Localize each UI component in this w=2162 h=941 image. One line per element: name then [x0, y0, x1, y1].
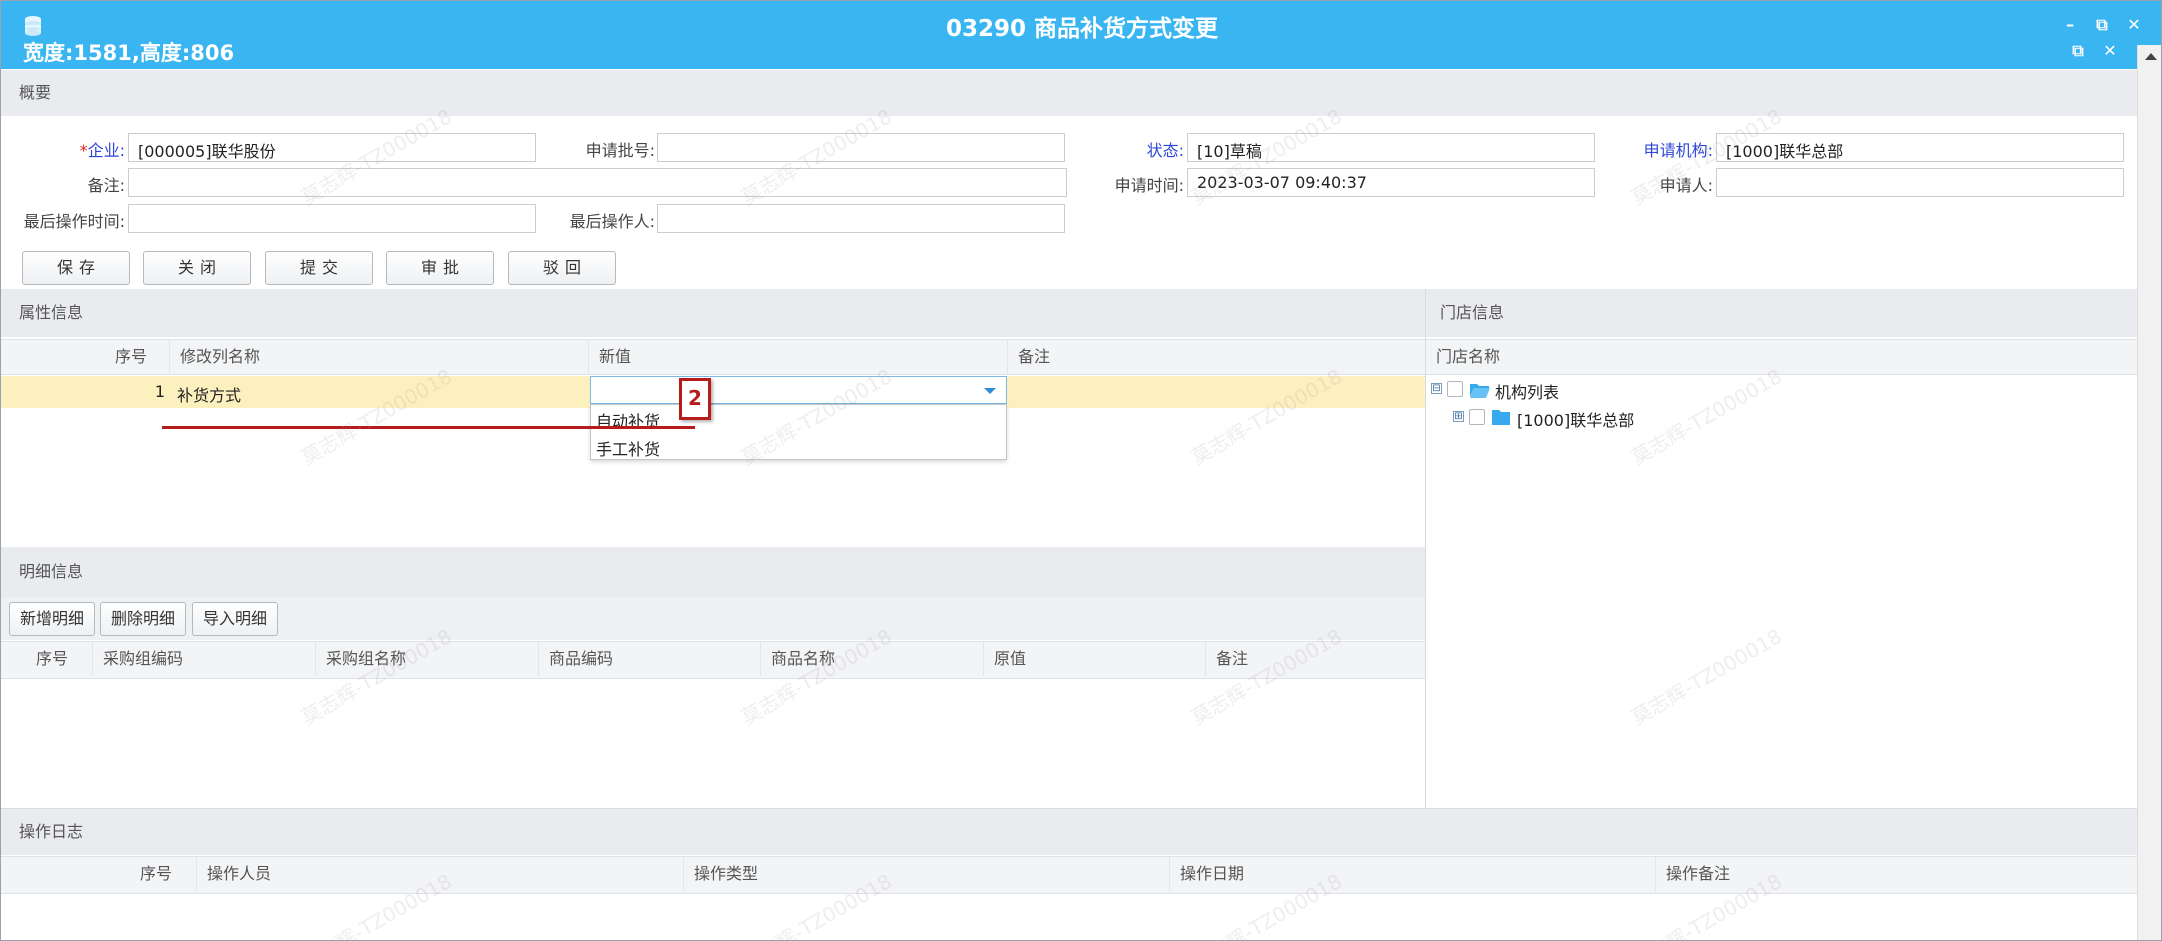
title-bar: 03290 商品补货方式变更 宽度:1581,高度:806 – ⧉ ✕ ⧉ ✕: [1, 1, 2161, 69]
details-header: 明细信息: [1, 547, 1425, 597]
col-name[interactable]: 修改列名称: [170, 340, 589, 374]
stores-grid-header: 门店名称: [1426, 339, 2137, 375]
summary-header: 概要: [1, 70, 2137, 116]
log-grid-header: 序号 操作人员 操作类型 操作日期 操作备注: [1, 856, 2137, 894]
minimize-button[interactable]: –: [2059, 15, 2081, 34]
col-seq[interactable]: 序号: [1, 340, 170, 374]
applicant-field[interactable]: [1716, 168, 2124, 197]
col-product-name[interactable]: 商品名称: [761, 642, 984, 676]
add-detail-button[interactable]: 新增明细: [9, 602, 95, 636]
new-value-combobox[interactable]: [590, 376, 1007, 404]
status-field[interactable]: [10]草稿: [1187, 133, 1595, 162]
org-field[interactable]: [1000]联华总部: [1716, 133, 2124, 162]
col-original-value[interactable]: 原值: [984, 642, 1206, 676]
tree-expand-icon[interactable]: ⊞: [1453, 411, 1464, 422]
company-label: *企业:: [79, 141, 125, 160]
folder-open-icon: [1470, 384, 1490, 398]
tree-child-label[interactable]: [1000]联华总部: [1517, 407, 1634, 431]
step-marker: 2: [679, 378, 711, 420]
row-seq: 1: [154, 382, 165, 401]
col-operator[interactable]: 操作人员: [197, 857, 684, 891]
status-label: 状态:: [1146, 141, 1184, 160]
reject-button[interactable]: 驳回: [508, 251, 616, 285]
last-op-time-field[interactable]: [128, 204, 536, 233]
restore-button[interactable]: ⧉: [2091, 15, 2113, 35]
col-product-code[interactable]: 商品编码: [539, 642, 761, 676]
new-value-dropdown: 自动补货 手工补货: [590, 404, 1007, 460]
save-button[interactable]: 保存: [22, 251, 130, 285]
company-field[interactable]: [000005]联华股份: [128, 133, 536, 162]
close-form-button[interactable]: 关闭: [143, 251, 251, 285]
submit-button[interactable]: 提交: [265, 251, 373, 285]
watermark: 莫志辉-TZ000018: [1627, 364, 1786, 470]
org-label: 申请机构:: [1643, 141, 1713, 160]
col-detail-seq[interactable]: 序号: [1, 642, 93, 676]
col-new-value[interactable]: 新值: [589, 340, 1008, 374]
vertical-scrollbar[interactable]: [2137, 45, 2161, 940]
col-log-seq[interactable]: 序号: [1, 857, 197, 891]
window-title: 03290 商品补货方式变更: [945, 16, 1219, 42]
folder-icon: [1492, 410, 1510, 425]
import-detail-button[interactable]: 导入明细: [192, 602, 278, 636]
remark-field[interactable]: [128, 168, 1067, 197]
row-name: 补货方式: [177, 386, 242, 405]
col-purchase-group-code[interactable]: 采购组编码: [93, 642, 316, 676]
batch-label: 申请批号:: [585, 141, 655, 160]
option-manual-replenish[interactable]: 手工补货: [596, 436, 660, 460]
annotation-underline: [162, 426, 695, 429]
last-operator-field[interactable]: [657, 204, 1065, 233]
watermark: 莫志辉-TZ000018: [1627, 624, 1786, 730]
inner-close-button[interactable]: ✕: [2099, 41, 2121, 60]
last-operator-label: 最后操作人:: [569, 212, 655, 231]
tree-collapse-icon[interactable]: ⊟: [1431, 383, 1442, 394]
stores-header: 门店信息: [1426, 289, 2137, 337]
approve-button[interactable]: 审批: [386, 251, 494, 285]
apply-time-field[interactable]: 2023-03-07 09:40:37: [1187, 168, 1595, 197]
col-remark[interactable]: 备注: [1008, 340, 1425, 374]
col-store-name[interactable]: 门店名称: [1426, 340, 2137, 374]
col-purchase-group-name[interactable]: 采购组名称: [316, 642, 539, 676]
attributes-header: 属性信息: [1, 289, 1425, 337]
batch-field[interactable]: [657, 133, 1065, 162]
col-operation-type[interactable]: 操作类型: [684, 857, 1170, 891]
app-window: 03290 商品补货方式变更 宽度:1581,高度:806 – ⧉ ✕ ⧉ ✕ …: [0, 0, 2162, 941]
details-grid-header: 序号 采购组编码 采购组名称 商品编码 商品名称 原值 备注: [1, 641, 1425, 679]
required-mark: *: [79, 141, 88, 160]
tree-root-checkbox[interactable]: [1447, 381, 1463, 397]
inner-restore-button[interactable]: ⧉: [2067, 41, 2089, 61]
col-operation-date[interactable]: 操作日期: [1170, 857, 1656, 891]
size-readout: 宽度:1581,高度:806: [23, 41, 235, 65]
tree-child-checkbox[interactable]: [1469, 409, 1485, 425]
apply-time-label: 申请时间:: [1114, 176, 1184, 195]
remark-label: 备注:: [87, 176, 125, 195]
delete-detail-button[interactable]: 删除明细: [100, 602, 186, 636]
attributes-grid-header: 序号 修改列名称 新值 备注: [1, 339, 1425, 375]
tree-root-label[interactable]: 机构列表: [1495, 379, 1559, 403]
log-header: 操作日志: [1, 809, 2137, 855]
last-op-time-label: 最后操作时间:: [23, 212, 125, 231]
chevron-down-icon[interactable]: [984, 388, 996, 394]
scroll-up-arrow-icon[interactable]: [2145, 53, 2157, 60]
close-button[interactable]: ✕: [2123, 15, 2145, 34]
col-operation-remark[interactable]: 操作备注: [1656, 857, 2137, 891]
col-detail-remark[interactable]: 备注: [1206, 642, 1425, 676]
applicant-label: 申请人:: [1659, 176, 1713, 195]
